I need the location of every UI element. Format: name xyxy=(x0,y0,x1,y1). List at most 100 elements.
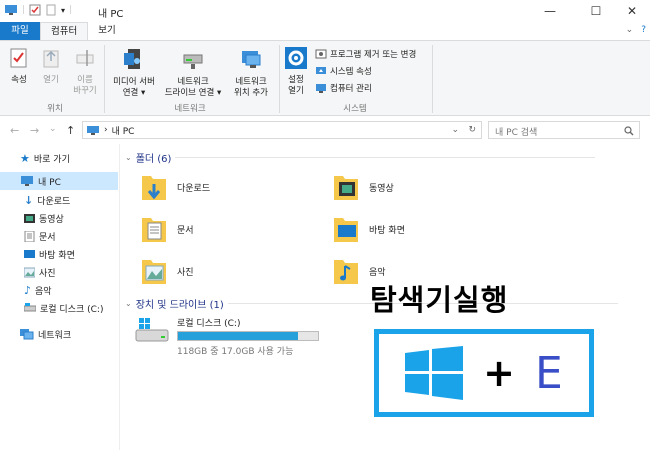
map-drive-label-2: 드라이브 연결 ▾ xyxy=(164,88,222,98)
nav-item-videos[interactable]: 동영상 xyxy=(0,209,118,227)
new-folder-icon[interactable] xyxy=(45,4,57,16)
open-label: 열기 xyxy=(43,75,59,85)
help-icon[interactable]: ? xyxy=(641,25,646,35)
computer-management-icon xyxy=(316,84,326,93)
overlay-title: 탐색기실행 xyxy=(370,283,509,317)
collapse-ribbon-icon[interactable]: ⌄ xyxy=(626,25,634,35)
computer-management-button[interactable]: 컴퓨터 관리 xyxy=(315,82,372,94)
folder-label: 문서 xyxy=(177,225,194,236)
desktop-icon xyxy=(24,249,35,258)
up-button[interactable]: ↑ xyxy=(66,124,75,137)
chevron-down-icon: ⌄ xyxy=(125,299,132,308)
title-bar: | ▾ | 내 PC — ☐ ✕ xyxy=(0,0,650,22)
nav-label: 다운로드 xyxy=(37,196,71,207)
nav-label: 사진 xyxy=(39,268,56,279)
ribbon: 속성 열기 이름 바꾸기 위치 미디어 서버 연결 ▾ 네트워크 드라이브 연결… xyxy=(0,40,650,116)
folder-documents-icon xyxy=(142,218,166,242)
nav-label: 음악 xyxy=(35,286,52,297)
download-arrow-icon: ↓ xyxy=(24,193,34,207)
folders-section-title: 폴더 (6) xyxy=(135,154,172,165)
properties-button[interactable]: 속성 xyxy=(6,47,32,86)
ribbon-separator xyxy=(279,45,280,113)
nav-item-music[interactable]: ♪ 음악 xyxy=(0,281,118,299)
ribbon-separator xyxy=(104,45,105,113)
group-label-location: 위치 xyxy=(47,104,63,114)
drive-name: 로컬 디스크 (C:) xyxy=(177,319,241,329)
media-server-icon xyxy=(124,49,140,69)
folder-desktop-icon xyxy=(334,218,358,242)
media-server-label-2: 연결 ▾ xyxy=(122,88,146,98)
recent-locations-button[interactable]: ⌄ xyxy=(49,124,57,134)
uninstall-program-button[interactable]: 프로그램 제거 또는 변경 xyxy=(315,48,416,60)
nav-label: 바탕 화면 xyxy=(39,250,75,261)
address-dropdown-button[interactable]: ⌄ xyxy=(451,125,459,135)
system-properties-label: 시스템 속성 xyxy=(330,67,372,77)
computer-icon[interactable] xyxy=(4,4,18,16)
nav-label: 내 PC xyxy=(38,177,61,188)
breadcrumb-this-pc[interactable]: 내 PC xyxy=(112,124,135,137)
folder-item-pictures[interactable]: 사진 xyxy=(141,256,194,286)
refresh-button[interactable]: ↻ xyxy=(468,125,476,135)
open-button[interactable]: 열기 xyxy=(38,47,64,86)
map-network-drive-button[interactable]: 네트워크 드라이브 연결 ▾ xyxy=(162,47,224,99)
maximize-button[interactable]: ☐ xyxy=(576,0,616,22)
search-icon[interactable] xyxy=(624,126,634,136)
quick-access-toolbar: | ▾ | xyxy=(4,4,72,16)
properties-icon[interactable] xyxy=(29,4,41,16)
nav-item-desktop[interactable]: 바탕 화면 xyxy=(0,245,118,263)
tab-view[interactable]: 보기 xyxy=(88,22,125,40)
nav-item-pictures[interactable]: 사진 xyxy=(0,263,118,281)
folder-item-videos[interactable]: 동영상 xyxy=(333,172,394,202)
folder-label: 다운로드 xyxy=(177,183,211,194)
add-location-label-2: 위치 추가 xyxy=(234,88,268,98)
breadcrumb-chevron[interactable]: › xyxy=(104,125,108,135)
toolbar-divider: | xyxy=(22,5,26,15)
close-button[interactable]: ✕ xyxy=(612,0,650,22)
folder-item-downloads[interactable]: 다운로드 xyxy=(141,172,210,202)
drives-section-title: 장치 및 드라이브 (1) xyxy=(135,300,224,311)
network-drive-icon xyxy=(183,54,203,69)
rename-label-2: 바꾸기 xyxy=(73,86,97,96)
forward-button[interactable]: → xyxy=(30,124,39,137)
nav-item-this-pc[interactable]: 내 PC xyxy=(0,172,118,190)
nav-item-local-disk[interactable]: 로컬 디스크 (C:) xyxy=(0,299,118,317)
tab-file[interactable]: 파일 xyxy=(0,22,40,40)
folder-pictures-icon xyxy=(142,260,166,284)
navigation-pane: ★ 바로 가기 내 PC ↓ 다운로드 동영상 문서 바탕 화면 사진 ♪ 음악… xyxy=(0,144,120,450)
open-icon xyxy=(43,50,59,68)
add-location-label-1: 네트워크 xyxy=(235,77,267,87)
media-server-button[interactable]: 미디어 서버 연결 ▾ xyxy=(108,47,160,99)
nav-item-quick-access[interactable]: ★ 바로 가기 xyxy=(0,149,118,167)
properties-label: 속성 xyxy=(11,75,27,85)
folders-section-header[interactable]: ⌄ 폴더 (6) xyxy=(125,150,596,165)
folder-downloads-icon xyxy=(142,176,166,200)
plus-sign: + xyxy=(483,351,516,395)
music-note-icon: ♪ xyxy=(24,283,32,297)
chevron-down-icon: ⌄ xyxy=(125,153,132,162)
add-network-location-button[interactable]: 네트워크 위치 추가 xyxy=(226,47,276,99)
system-properties-button[interactable]: 시스템 속성 xyxy=(315,65,372,77)
search-placeholder: 내 PC 검색 xyxy=(495,128,538,138)
rename-icon xyxy=(76,50,94,66)
network-location-icon xyxy=(242,51,261,68)
back-button[interactable]: ← xyxy=(10,124,19,137)
tab-computer[interactable]: 컴퓨터 xyxy=(40,22,89,40)
open-settings-button[interactable]: 설정 열기 xyxy=(282,47,310,97)
nav-item-documents[interactable]: 문서 xyxy=(0,227,118,245)
nav-item-network[interactable]: 네트워크 xyxy=(0,325,118,343)
address-box[interactable]: › 내 PC ⌄ ↻ xyxy=(82,121,482,139)
folder-item-documents[interactable]: 문서 xyxy=(141,214,194,244)
properties-icon xyxy=(10,48,27,68)
customize-qat-icon[interactable]: ▾ xyxy=(61,6,65,15)
nav-item-downloads[interactable]: ↓ 다운로드 xyxy=(0,191,118,209)
minimize-button[interactable]: — xyxy=(530,0,570,22)
media-server-label-1: 미디어 서버 xyxy=(113,77,155,87)
settings-label-2: 열기 xyxy=(288,86,304,96)
folder-item-desktop[interactable]: 바탕 화면 xyxy=(333,214,405,244)
drive-item-c[interactable]: 로컬 디스크 (C:) 118GB 중 17.0GB 사용 가능 xyxy=(135,316,319,357)
key-e: E xyxy=(535,347,563,399)
uninstall-label: 프로그램 제거 또는 변경 xyxy=(330,50,417,60)
video-icon xyxy=(24,213,35,223)
search-input[interactable]: 내 PC 검색 xyxy=(488,121,640,139)
rename-button[interactable]: 이름 바꾸기 xyxy=(68,47,102,97)
